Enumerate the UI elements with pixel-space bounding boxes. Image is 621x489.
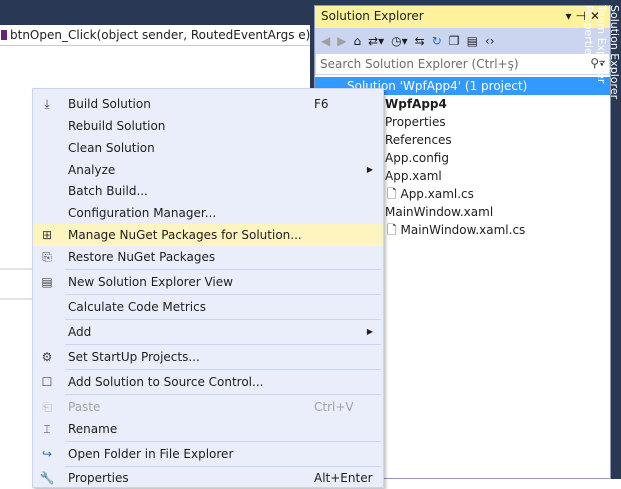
side-tab-team-explorer[interactable]: Team Explorer [595,5,608,99]
menu-item-rebuild-solution[interactable]: Rebuild Solution [33,115,383,137]
menu-item-rename[interactable]: ⌶ Rename [33,418,383,440]
menu-item-add[interactable]: Add ▶ [33,321,383,343]
context-menu: ⤓ Build Solution F6 Rebuild Solution Clean… [32,88,384,488]
switch-views-icon[interactable]: ⇄▾ [368,34,384,48]
menu-separator [65,294,381,295]
open-folder-icon: ↪ [41,447,53,461]
method-icon [1,30,7,40]
submenu-arrow-icon: ▶ [366,165,373,174]
paste-icon: ⎗ [42,400,52,414]
panel-title: Solution Explorer [321,9,424,23]
menu-item-batch-build[interactable]: Batch Build... [33,180,383,202]
side-tab-properties[interactable]: Properties [582,5,595,99]
nav-member-label: btnOpen_Click(object sender, RoutedEvent… [10,28,311,42]
menu-item-properties[interactable]: 🔧 Properties Alt+Enter [33,467,383,489]
new-view-icon: ▤ [41,275,53,289]
restore-icon: ⎘ [42,250,52,264]
gear-icon: ⚙ [41,350,53,364]
menu-separator [65,441,381,442]
menu-item-set-startup[interactable]: ⚙ Set StartUp Projects... [33,346,383,368]
solution-explorer-toolbar: ◀ ▶ ⌂ ⇄▾ ◷▾ ⇆ ↻ ❐ ▤ ‹› [315,28,610,53]
menu-separator [65,344,381,345]
wrench-icon: 🔧 [39,471,55,485]
search-placeholder: Search Solution Explorer (Ctrl+ş) [320,57,519,71]
submenu-arrow-icon: ▶ [366,327,373,336]
rename-icon: ⌶ [43,422,51,436]
menu-item-paste[interactable]: ⎗ Paste Ctrl+V [33,396,383,418]
source-control-icon: ☐ [41,375,53,389]
menu-item-manage-nuget[interactable]: ⊞ Manage NuGet Packages for Solution... [33,224,383,246]
side-tabs: Solution Explorer Team Explorer Properti… [582,5,621,113]
menu-item-clean-solution[interactable]: Clean Solution [33,137,383,159]
editor-tab-bar [0,0,314,25]
forward-icon[interactable]: ▶ [337,34,346,48]
menu-item-new-se-view[interactable]: ▤ New Solution Explorer View [33,271,383,293]
collapse-all-icon[interactable]: ❐ [449,34,460,48]
sync-icon[interactable]: ⇆ [415,34,425,48]
menu-separator [65,369,381,370]
home-icon[interactable]: ⌂ [353,34,361,48]
search-input[interactable]: Search Solution Explorer (Ctrl+ş) ⚲▾ [315,53,610,75]
refresh-icon[interactable]: ↻ [432,34,442,48]
show-all-files-icon[interactable]: ▤ [467,34,478,48]
menu-separator [65,319,381,320]
nuget-icon: ⊞ [41,228,53,242]
menu-item-configuration-manager[interactable]: Configuration Manager... [33,202,383,224]
build-icon: ⤓ [44,97,50,111]
member-navigation-dropdown[interactable]: btnOpen_Click(object sender, RoutedEvent… [0,25,310,46]
back-icon[interactable]: ◀ [321,34,330,48]
menu-separator [65,269,381,270]
pending-changes-icon[interactable]: ◷▾ [391,34,408,48]
cs-file-icon: 🗋 [387,187,397,201]
cs-file-icon: 🗋 [387,223,397,237]
menu-item-code-metrics[interactable]: Calculate Code Metrics [33,296,383,318]
solution-explorer-title-bar: Solution Explorer ▾⊣✕ [315,6,610,28]
view-code-icon[interactable]: ‹› [485,34,495,48]
menu-item-open-folder[interactable]: ↪ Open Folder in File Explorer [33,443,383,465]
menu-item-build-solution[interactable]: ⤓ Build Solution F6 [33,93,383,115]
menu-item-add-source-control[interactable]: ☐ Add Solution to Source Control... [33,371,383,393]
menu-item-analyze[interactable]: Analyze ▶ [33,159,383,181]
menu-item-restore-nuget[interactable]: ⎘ Restore NuGet Packages [33,246,383,268]
dropdown-icon[interactable]: ▾ [565,9,575,23]
menu-separator [65,394,381,395]
side-tab-solution-explorer[interactable]: Solution Explorer [608,5,621,99]
